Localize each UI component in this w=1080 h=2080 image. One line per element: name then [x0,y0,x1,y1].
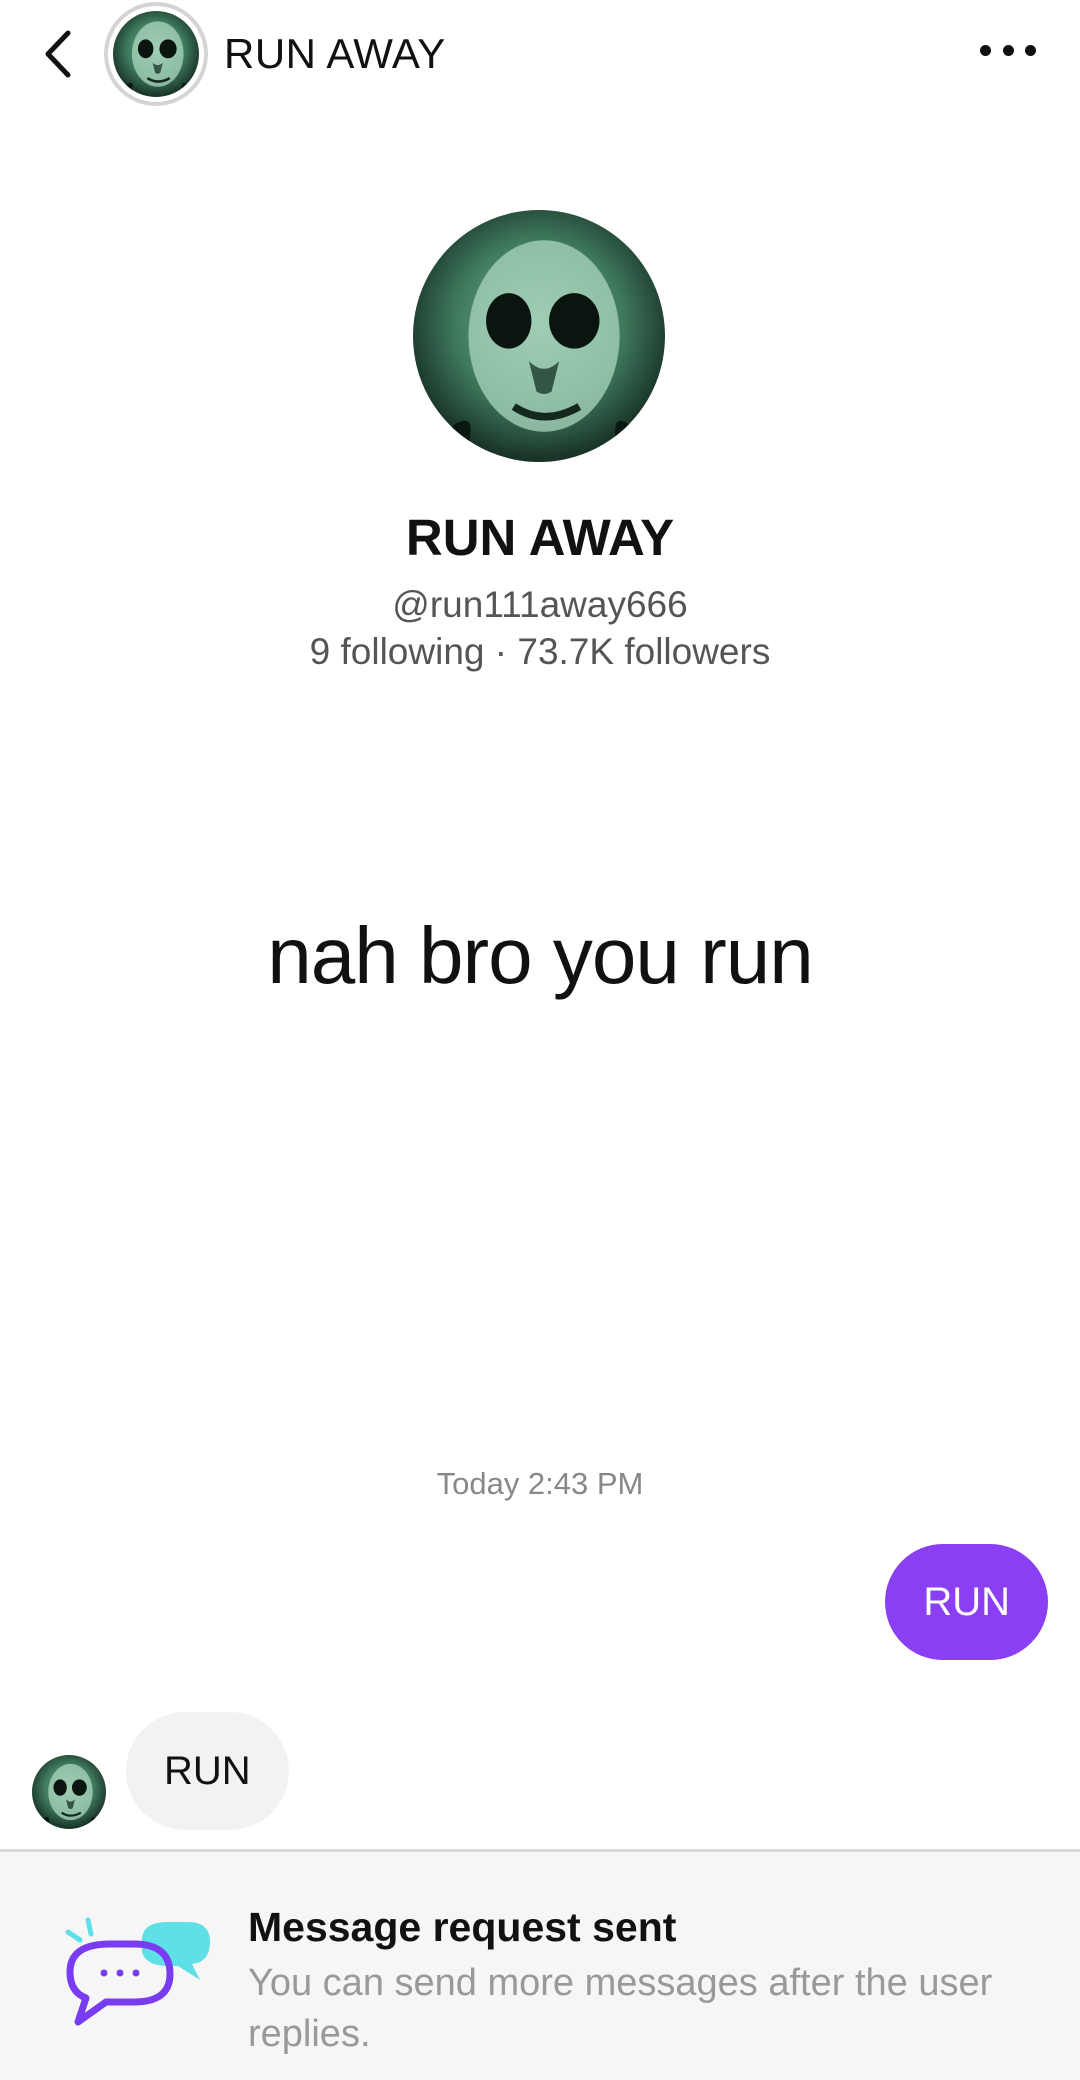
profile-handle: @run111away666 [392,584,688,625]
more-options-button[interactable] [980,38,1036,62]
sender-avatar[interactable] [32,1755,106,1829]
request-subtitle: You can send more messages after the use… [248,1962,993,2055]
profile-avatar[interactable] [413,210,665,462]
more-horizontal-icon [980,44,991,56]
message-request-banner: Message request sent You can send more m… [0,1849,1080,2080]
profile-bio: nah bro you run [267,911,813,1000]
message-timestamp: Today 2:43 PM [436,1466,644,1501]
header-title[interactable]: RUN AWAY [224,30,446,78]
top-bar: RUN AWAY [0,0,1080,110]
profile-stats: 9 following · 73.7K followers [309,631,771,672]
profile-name: RUN AWAY [405,509,675,566]
chevron-left-icon [45,30,71,78]
chat-bubbles-icon [60,1912,220,2032]
back-button[interactable] [36,26,80,82]
request-title: Message request sent [248,1904,677,1950]
sent-message-bubble[interactable]: RUN [885,1544,1048,1660]
header-avatar[interactable] [104,2,208,106]
avatar-image [113,11,199,97]
received-message-bubble[interactable]: RUN [126,1712,289,1830]
